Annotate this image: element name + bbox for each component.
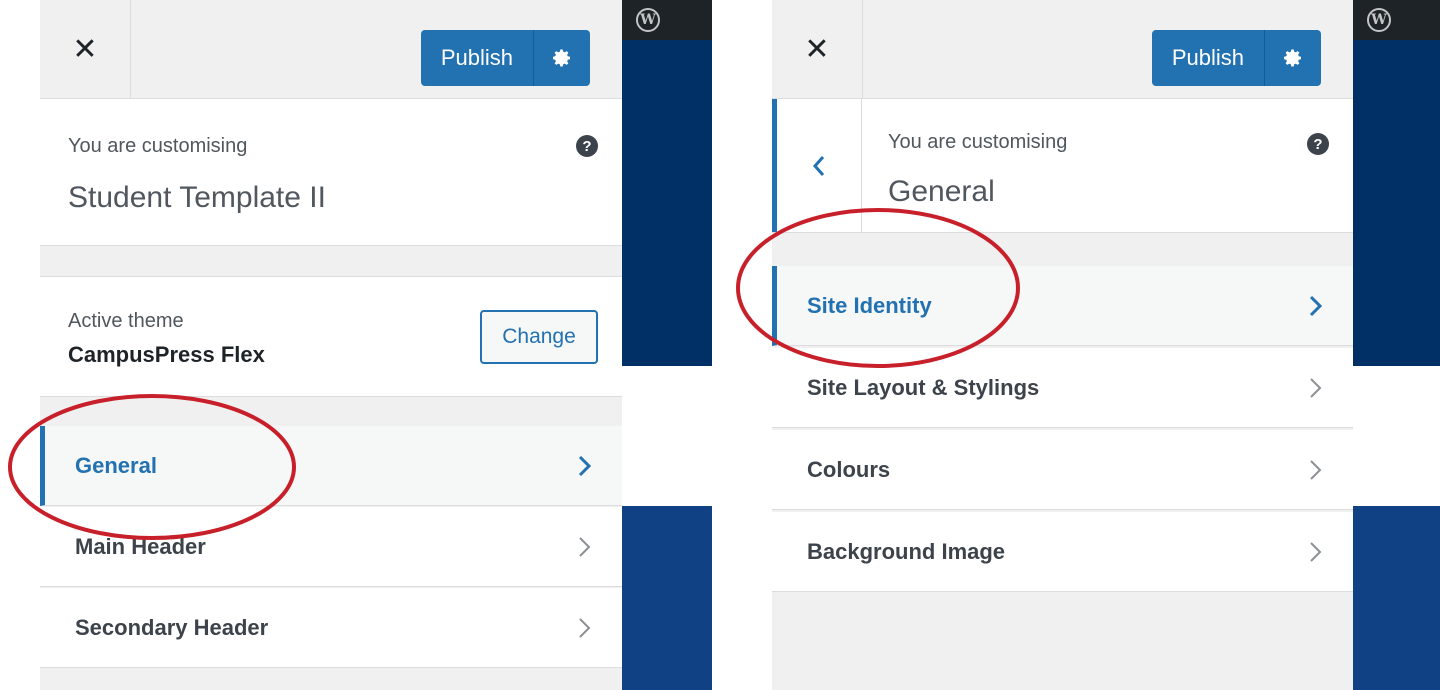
menu-item-site-identity[interactable]: Site Identity xyxy=(772,266,1353,346)
chevron-right-icon xyxy=(1309,348,1323,428)
preview-footer-block xyxy=(1353,506,1440,690)
customizer-topbar: ✕ Publish xyxy=(40,0,622,99)
preview-white-block xyxy=(1353,366,1440,506)
admin-bar: W xyxy=(1353,0,1440,40)
menu-item-label: Site Identity xyxy=(807,292,932,318)
close-icon: ✕ xyxy=(804,32,830,66)
publish-button-group[interactable]: Publish xyxy=(420,30,590,86)
customizer-topbar: ✕ Publish xyxy=(772,0,1353,99)
menu-item-label: Colours xyxy=(807,456,891,482)
gear-icon xyxy=(1284,49,1301,67)
publish-settings-button[interactable] xyxy=(534,30,590,86)
publish-settings-button[interactable] xyxy=(1265,30,1321,86)
menu-item-label: Site Layout & Stylings xyxy=(807,374,1040,400)
active-theme-section: Active theme CampusPress Flex Change xyxy=(40,276,622,397)
menu-item-label: General xyxy=(75,452,157,478)
wordpress-logo-icon[interactable]: W xyxy=(636,8,660,32)
menu-item-label: Background Image xyxy=(807,538,1006,564)
left-screenshot-panel: W ✕ Publish You are customising Student … xyxy=(0,0,712,690)
customizing-title: General xyxy=(888,175,995,208)
menu-item-secondary-header[interactable]: Secondary Header xyxy=(40,588,622,668)
preview-footer-block xyxy=(622,506,712,690)
customizing-info: You are customising Student Template II … xyxy=(40,99,622,246)
menu-item-colours[interactable]: Colours xyxy=(772,430,1353,510)
preview-header-block xyxy=(622,40,712,366)
change-theme-button[interactable]: Change xyxy=(480,310,598,364)
menu-item-main-header[interactable]: Main Header xyxy=(40,507,622,587)
section-header: You are customising General ? xyxy=(772,99,1353,233)
admin-bar: W xyxy=(622,0,712,40)
menu-item-site-layout[interactable]: Site Layout & Stylings xyxy=(772,348,1353,428)
publish-button-group[interactable]: Publish xyxy=(1151,30,1321,86)
gear-icon xyxy=(553,49,570,67)
chevron-right-icon xyxy=(578,588,592,668)
chevron-right-icon xyxy=(1309,266,1323,346)
help-icon[interactable]: ? xyxy=(576,135,598,157)
back-button[interactable] xyxy=(772,99,862,232)
menu-item-general[interactable]: General xyxy=(40,426,622,506)
customizing-title: Student Template II xyxy=(68,181,326,214)
customizing-label: You are customising xyxy=(68,135,248,157)
close-icon: ✕ xyxy=(72,32,98,66)
menu-item-background-image[interactable]: Background Image xyxy=(772,512,1353,592)
active-theme-label: Active theme xyxy=(68,310,184,332)
customizer-sidebar: ✕ Publish You are customising General ? … xyxy=(772,0,1353,690)
active-theme-name: CampusPress Flex xyxy=(68,342,265,367)
close-button[interactable]: ✕ xyxy=(772,0,863,98)
customizing-label: You are customising xyxy=(888,131,1068,153)
menu-item-label: Main Header xyxy=(75,533,206,559)
close-button[interactable]: ✕ xyxy=(40,0,131,98)
chevron-right-icon xyxy=(578,507,592,587)
chevron-right-icon xyxy=(1309,512,1323,592)
preview-white-block xyxy=(622,366,712,506)
preview-header-block xyxy=(1353,40,1440,366)
chevron-left-icon xyxy=(812,155,825,176)
help-icon[interactable]: ? xyxy=(1307,133,1329,155)
publish-button[interactable]: Publish xyxy=(1152,30,1265,86)
publish-button[interactable]: Publish xyxy=(421,30,534,86)
customizer-sidebar: ✕ Publish You are customising Student Te… xyxy=(40,0,622,690)
wordpress-logo-icon[interactable]: W xyxy=(1367,8,1391,32)
menu-item-label: Secondary Header xyxy=(75,614,269,640)
right-screenshot-panel: W ✕ Publish You are customising General … xyxy=(732,0,1440,690)
chevron-right-icon xyxy=(1309,430,1323,510)
chevron-right-icon xyxy=(578,426,592,506)
